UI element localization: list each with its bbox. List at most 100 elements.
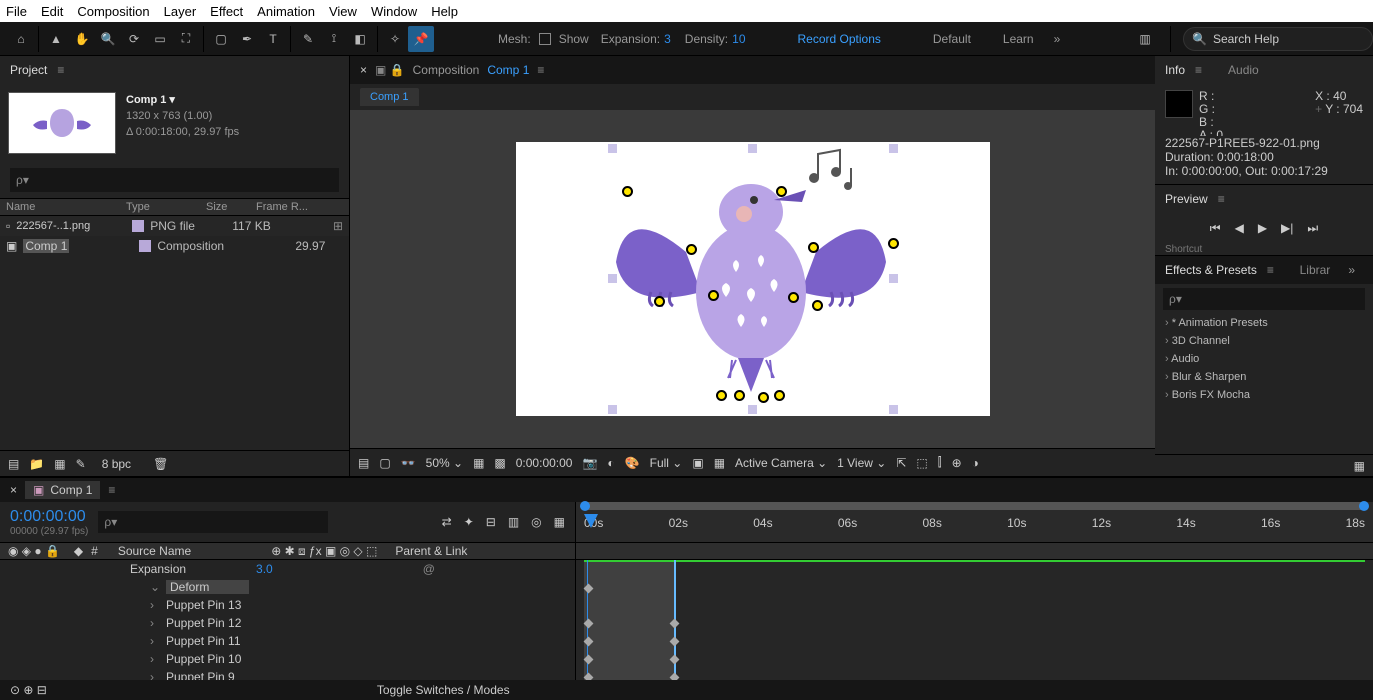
comp-lock-icon[interactable]: ▣ 🔒: [375, 63, 405, 77]
menu-file[interactable]: File: [6, 4, 27, 19]
menu-help[interactable]: Help: [431, 4, 458, 19]
puppet-pin-tool-icon[interactable]: 📌: [408, 26, 434, 52]
panel-menu-icon[interactable]: ≡: [1218, 192, 1225, 206]
chevron-right-icon[interactable]: ›: [150, 616, 160, 630]
puppet-pin-row[interactable]: ›Puppet Pin 10: [0, 650, 575, 668]
roto-tool-icon[interactable]: ✧: [382, 26, 408, 52]
views-dropdown[interactable]: 1 View ⌄: [837, 456, 886, 470]
label-header-icon[interactable]: ◆: [74, 544, 83, 558]
mesh-show-checkbox[interactable]: [539, 33, 551, 45]
project-search-input[interactable]: ρ▾: [10, 168, 339, 192]
last-frame-icon[interactable]: ⏭: [1307, 221, 1318, 236]
menu-effect[interactable]: Effect: [210, 4, 243, 19]
monitor-icon[interactable]: ▢: [379, 456, 390, 470]
shy-toggle-icon[interactable]: ⊙ ⊕ ⊟: [10, 683, 47, 697]
comp-thumbnail[interactable]: [8, 92, 116, 154]
learn-button[interactable]: Learn: [1003, 32, 1034, 46]
default-workspace-button[interactable]: Default: [933, 32, 971, 46]
next-frame-icon[interactable]: ▶|: [1281, 221, 1293, 236]
panel-menu-icon[interactable]: ≡: [108, 483, 115, 497]
label-color[interactable]: [139, 240, 151, 252]
exposure-icon[interactable]: ◑: [972, 456, 979, 470]
shape-tool-icon[interactable]: ▢: [208, 26, 234, 52]
col-name[interactable]: Name: [0, 201, 120, 213]
workspace-icon[interactable]: ▥: [1132, 26, 1158, 52]
3d-icon[interactable]: ⬚: [916, 456, 927, 470]
puppet-pin-row[interactable]: ›Puppet Pin 12: [0, 614, 575, 632]
effects-category[interactable]: Blur & Sharpen: [1155, 368, 1373, 386]
puppet-pin-row[interactable]: ›Puppet Pin 13: [0, 596, 575, 614]
switches-header[interactable]: ⊕ ✱ ⧈ ƒx ▣ ◎ ◇ ⬚: [271, 544, 377, 559]
canvas[interactable]: [516, 142, 990, 416]
col-size[interactable]: Size: [200, 201, 250, 213]
chevron-down-icon[interactable]: ⌄: [150, 580, 160, 594]
grid-icon[interactable]: ▦: [714, 456, 725, 470]
clone-tool-icon[interactable]: ⟟: [321, 26, 347, 52]
pen-tool-icon[interactable]: ✒: [234, 26, 260, 52]
menu-view[interactable]: View: [329, 4, 357, 19]
bpc-button[interactable]: 8 bpc: [102, 457, 131, 471]
preview-tab[interactable]: Preview: [1165, 192, 1208, 206]
toggle-switches-button[interactable]: Toggle Switches / Modes: [377, 683, 510, 697]
density-value[interactable]: 10: [732, 32, 745, 46]
effects-search-input[interactable]: ρ▾: [1163, 288, 1365, 310]
overflow-icon[interactable]: »: [1054, 32, 1061, 46]
col-type[interactable]: Type: [120, 201, 200, 213]
timeline-tab[interactable]: ▣Comp 1: [25, 481, 100, 499]
motion-blur-icon[interactable]: ◎: [531, 515, 541, 529]
menu-composition[interactable]: Composition: [77, 4, 149, 19]
puppet-pin[interactable]: [808, 242, 819, 253]
selection-tool-icon[interactable]: ▲: [43, 26, 69, 52]
record-options-button[interactable]: Record Options: [798, 32, 881, 46]
menu-animation[interactable]: Animation: [257, 4, 315, 19]
frame-blend-icon[interactable]: ▥: [508, 515, 519, 529]
timeline-tracks[interactable]: [575, 560, 1373, 680]
panel-menu-icon[interactable]: ≡: [57, 63, 64, 77]
roi-icon[interactable]: ▣: [692, 456, 703, 470]
libraries-tab[interactable]: Librar: [1300, 263, 1331, 277]
project-row[interactable]: ▫ 222567-..1.png PNG file 117 KB ⊞: [0, 216, 349, 236]
property-row[interactable]: Expansion3.0@: [0, 560, 575, 578]
project-column-headers[interactable]: Name Type Size Frame R...: [0, 198, 349, 216]
panel-menu-icon[interactable]: ≡: [537, 63, 544, 77]
flowchart-icon[interactable]: ▤: [358, 456, 369, 470]
trash-icon[interactable]: 🗑: [153, 457, 168, 471]
expansion-value[interactable]: 3: [664, 32, 671, 46]
new-bin-icon[interactable]: ▦: [1354, 459, 1365, 473]
snapshot-icon[interactable]: 📷: [582, 456, 597, 470]
overflow-icon[interactable]: »: [1348, 263, 1355, 277]
puppet-pin[interactable]: [776, 186, 787, 197]
label-color[interactable]: [132, 220, 144, 232]
property-value[interactable]: 3.0: [256, 562, 273, 576]
interpret-icon[interactable]: ▤: [8, 457, 19, 471]
chevron-right-icon[interactable]: ›: [150, 598, 160, 612]
transparency-grid-icon[interactable]: ▩: [494, 456, 505, 470]
adjustment-icon[interactable]: ✎: [76, 457, 86, 471]
chevron-right-icon[interactable]: ›: [150, 634, 160, 648]
puppet-pin[interactable]: [888, 238, 899, 249]
camera-tool-icon[interactable]: ▭: [147, 26, 173, 52]
timeline-search-input[interactable]: ρ▾: [98, 511, 328, 533]
home-icon[interactable]: ⌂: [8, 26, 34, 52]
search-help-input[interactable]: 🔍 Search Help: [1183, 27, 1373, 51]
hand-tool-icon[interactable]: ✋: [69, 26, 95, 52]
effects-category[interactable]: 3D Channel: [1155, 332, 1373, 350]
parent-link-header[interactable]: Parent & Link: [395, 544, 467, 558]
puppet-pin-row[interactable]: ›Puppet Pin 11: [0, 632, 575, 650]
first-frame-icon[interactable]: ⏮: [1210, 221, 1221, 236]
mask-icon[interactable]: 👓: [401, 456, 416, 470]
puppet-pin[interactable]: [758, 392, 769, 403]
comp-mini-flowchart-icon[interactable]: ⇄: [442, 515, 452, 529]
prev-frame-icon[interactable]: ◀: [1235, 221, 1244, 236]
draft-3d-icon[interactable]: ✦: [464, 515, 474, 529]
chevron-right-icon[interactable]: ›: [150, 652, 160, 666]
resolution-dropdown[interactable]: Full ⌄: [650, 456, 683, 470]
puppet-pin[interactable]: [812, 300, 823, 311]
show-snapshot-icon[interactable]: ◐: [607, 456, 614, 470]
puppet-pin[interactable]: [708, 290, 719, 301]
av-toggles-header[interactable]: ◉ ◈ ● 🔒: [8, 544, 60, 558]
zoom-dropdown[interactable]: 50% ⌄: [426, 456, 463, 470]
text-tool-icon[interactable]: T: [260, 26, 286, 52]
composition-viewport[interactable]: [350, 110, 1155, 448]
brush-tool-icon[interactable]: ✎: [295, 26, 321, 52]
